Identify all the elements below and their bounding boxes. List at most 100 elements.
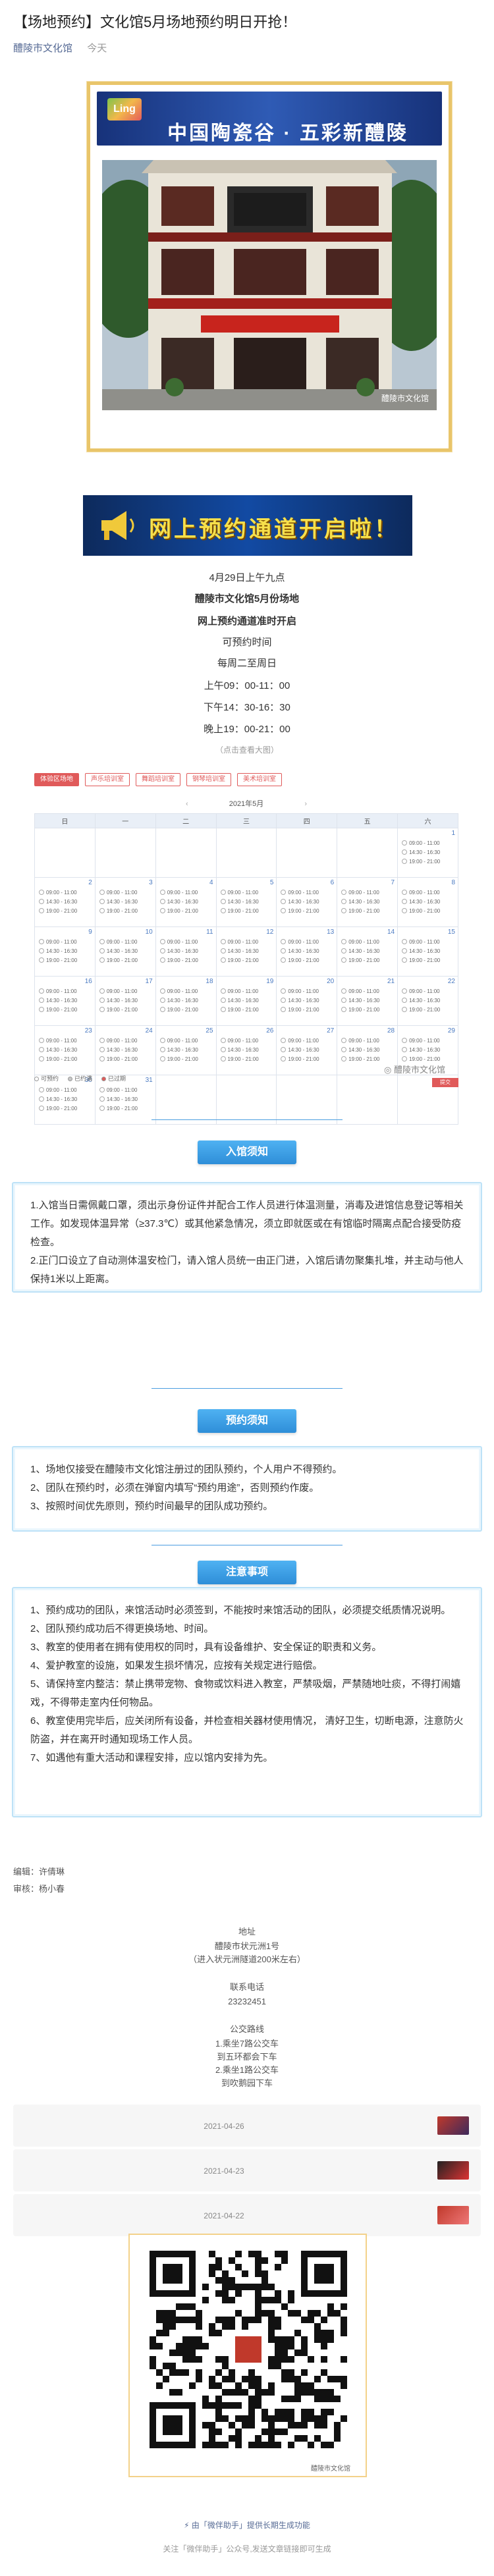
time-slot-radio[interactable]: 14:30 - 16:30 [341, 1046, 396, 1055]
venue-tab[interactable]: 舞蹈培训室 [136, 773, 180, 786]
time-slot-radio[interactable]: 14:30 - 16:30 [281, 947, 335, 956]
time-slot-radio[interactable]: 14:30 - 16:30 [39, 1046, 94, 1055]
time-slot-radio[interactable]: 09:00 - 11:00 [39, 987, 94, 996]
time-slot-radio[interactable]: 14:30 - 16:30 [39, 996, 94, 1006]
calendar-day-cell[interactable]: 1 09:00 - 11:00 14:30 - 16:30 19:00 - 21:00 [397, 828, 458, 878]
time-slot-radio[interactable]: 09:00 - 11:00 [281, 1036, 335, 1046]
time-slot-radio[interactable]: 19:00 - 21:00 [281, 1006, 335, 1015]
time-slot-radio[interactable]: 19:00 - 21:00 [99, 1104, 154, 1114]
time-slot-radio[interactable]: 19:00 - 21:00 [99, 1055, 154, 1064]
venue-tab[interactable]: 声乐培训室 [85, 773, 130, 786]
calendar-day-cell[interactable]: 14 09:00 - 11:00 14:30 - 16:30 19:00 - 21:0… [337, 926, 398, 977]
time-slot-radio[interactable]: 14:30 - 16:30 [221, 996, 275, 1006]
time-slot-radio[interactable]: 14:30 - 16:30 [402, 898, 456, 907]
time-slot-radio[interactable]: 09:00 - 11:00 [99, 987, 154, 996]
phone-number[interactable]: 23232451 [0, 1995, 494, 2008]
time-slot-radio[interactable]: 09:00 - 11:00 [281, 888, 335, 898]
time-slot-radio[interactable]: 09:00 - 11:00 [221, 987, 275, 996]
time-slot-radio[interactable]: 09:00 - 11:00 [402, 987, 456, 996]
calendar-day-cell[interactable]: 12 09:00 - 11:00 14:30 - 16:30 19:00 - 21:0… [215, 926, 277, 977]
time-slot-radio[interactable]: 14:30 - 16:30 [99, 996, 154, 1006]
time-slot-radio[interactable]: 14:30 - 16:30 [160, 996, 215, 1006]
time-slot-radio[interactable]: 09:00 - 11:00 [341, 888, 396, 898]
time-slot-radio[interactable]: 14:30 - 16:30 [39, 898, 94, 907]
time-slot-radio[interactable]: 14:30 - 16:30 [39, 1095, 94, 1104]
time-slot-radio[interactable]: 09:00 - 11:00 [341, 987, 396, 996]
time-slot-radio[interactable]: 19:00 - 21:00 [99, 1006, 154, 1015]
calendar-day-cell[interactable]: 19 09:00 - 11:00 14:30 - 16:30 19:00 - 21:0… [215, 976, 277, 1026]
prev-month-icon[interactable]: ‹ [186, 799, 188, 809]
related-article[interactable]: 2021-04-22 [13, 2194, 481, 2236]
time-slot-radio[interactable]: 14:30 - 16:30 [402, 996, 456, 1006]
calendar-day-cell[interactable]: 26 09:00 - 11:00 14:30 - 16:30 19:00 - 21:0… [215, 1025, 277, 1075]
time-slot-radio[interactable]: 14:30 - 16:30 [221, 1046, 275, 1055]
time-slot-radio[interactable]: 09:00 - 11:00 [99, 888, 154, 898]
venue-tab[interactable]: 体验区场地 [34, 773, 79, 786]
calendar-day-cell[interactable]: 21 09:00 - 11:00 14:30 - 16:30 19:00 - 21:0… [337, 976, 398, 1026]
time-slot-radio[interactable]: 19:00 - 21:00 [160, 1006, 215, 1015]
qr-code-panel[interactable] [128, 2234, 367, 2477]
time-slot-radio[interactable]: 14:30 - 16:30 [160, 1046, 215, 1055]
time-slot-radio[interactable]: 19:00 - 21:00 [221, 956, 275, 965]
calendar-day-cell[interactable]: 18 09:00 - 11:00 14:30 - 16:30 19:00 - 21:0… [155, 976, 217, 1026]
time-slot-radio[interactable]: 19:00 - 21:00 [221, 907, 275, 916]
booking-calendar[interactable]: 体验区场地 声乐培训室 舞蹈培训室 钢琴培训室 美术培训室 ‹ 2021年5月 › 日一… [34, 763, 458, 1125]
related-article[interactable]: 2021-04-26 [13, 2105, 481, 2147]
time-slot-radio[interactable]: 14:30 - 16:30 [99, 1046, 154, 1055]
time-slot-radio[interactable]: 09:00 - 11:00 [341, 938, 396, 947]
time-slot-radio[interactable]: 19:00 - 21:00 [99, 907, 154, 916]
time-slot-radio[interactable]: 19:00 - 21:00 [402, 857, 456, 867]
calendar-day-cell[interactable]: 22 09:00 - 11:00 14:30 - 16:30 19:00 - 21:0… [397, 976, 458, 1026]
calendar-day-cell[interactable]: 20 09:00 - 11:00 14:30 - 16:30 19:00 - 21:0… [276, 976, 338, 1026]
time-slot-radio[interactable]: 09:00 - 11:00 [39, 938, 94, 947]
time-slot-radio[interactable]: 19:00 - 21:00 [39, 1104, 94, 1114]
time-slot-radio[interactable]: 14:30 - 16:30 [99, 947, 154, 956]
time-slot-radio[interactable]: 14:30 - 16:30 [402, 947, 456, 956]
time-slot-radio[interactable]: 19:00 - 21:00 [281, 1055, 335, 1064]
time-slot-radio[interactable]: 19:00 - 21:00 [160, 1055, 215, 1064]
time-slot-radio[interactable]: 09:00 - 11:00 [99, 1036, 154, 1046]
calendar-day-cell[interactable]: 23 09:00 - 11:00 14:30 - 16:30 19:00 - 21:0… [34, 1025, 96, 1075]
time-slot-radio[interactable]: 09:00 - 11:00 [221, 888, 275, 898]
time-slot-radio[interactable]: 09:00 - 11:00 [221, 938, 275, 947]
poster-image[interactable]: Ling 中国陶瓷谷 · 五彩新醴陵 醴陵市文化馆 [87, 82, 452, 452]
time-slot-radio[interactable]: 09:00 - 11:00 [402, 888, 456, 898]
time-slot-radio[interactable]: 14:30 - 16:30 [99, 898, 154, 907]
calendar-day-cell[interactable]: 2 09:00 - 11:00 14:30 - 16:30 19:00 - 21:00 [34, 877, 96, 927]
time-slot-radio[interactable]: 09:00 - 11:00 [39, 888, 94, 898]
time-slot-radio[interactable]: 19:00 - 21:00 [39, 1006, 94, 1015]
time-slot-radio[interactable]: 14:30 - 16:30 [221, 898, 275, 907]
time-slot-radio[interactable]: 09:00 - 11:00 [402, 839, 456, 848]
time-slot-radio[interactable]: 09:00 - 11:00 [99, 938, 154, 947]
venue-tab[interactable]: 钢琴培训室 [186, 773, 231, 786]
time-slot-radio[interactable]: 09:00 - 11:00 [402, 938, 456, 947]
calendar-day-cell[interactable]: 17 09:00 - 11:00 14:30 - 16:30 19:00 - 21:0… [94, 976, 156, 1026]
related-article[interactable]: 2021-04-23 [13, 2149, 481, 2191]
time-slot-radio[interactable]: 19:00 - 21:00 [99, 956, 154, 965]
time-slot-radio[interactable]: 19:00 - 21:00 [341, 1006, 396, 1015]
time-slot-radio[interactable]: 09:00 - 11:00 [160, 888, 215, 898]
calendar-day-cell[interactable]: 5 09:00 - 11:00 14:30 - 16:30 19:00 - 21:00 [215, 877, 277, 927]
time-slot-radio[interactable]: 19:00 - 21:00 [281, 956, 335, 965]
time-slot-radio[interactable]: 14:30 - 16:30 [281, 898, 335, 907]
calendar-day-cell[interactable]: 3 09:00 - 11:00 14:30 - 16:30 19:00 - 21:00 [94, 877, 156, 927]
time-slot-radio[interactable]: 19:00 - 21:00 [402, 1006, 456, 1015]
time-slot-radio[interactable]: 19:00 - 21:00 [39, 907, 94, 916]
calendar-day-cell[interactable]: 10 09:00 - 11:00 14:30 - 16:30 19:00 - 21:0… [94, 926, 156, 977]
time-slot-radio[interactable]: 19:00 - 21:00 [341, 907, 396, 916]
time-slot-radio[interactable]: 14:30 - 16:30 [99, 1095, 154, 1104]
time-slot-radio[interactable]: 09:00 - 11:00 [160, 1036, 215, 1046]
time-slot-radio[interactable]: 14:30 - 16:30 [221, 947, 275, 956]
calendar-day-cell[interactable]: 24 09:00 - 11:00 14:30 - 16:30 19:00 - 21:0… [94, 1025, 156, 1075]
time-slot-radio[interactable]: 19:00 - 21:00 [39, 956, 94, 965]
time-slot-radio[interactable]: 14:30 - 16:30 [341, 898, 396, 907]
submit-button[interactable]: 提交 [432, 1078, 458, 1087]
time-slot-radio[interactable]: 14:30 - 16:30 [341, 996, 396, 1006]
time-slot-radio[interactable]: 09:00 - 11:00 [402, 1036, 456, 1046]
calendar-day-cell[interactable]: 27 09:00 - 11:00 14:30 - 16:30 19:00 - 21:0… [276, 1025, 338, 1075]
time-slot-radio[interactable]: 09:00 - 11:00 [39, 1086, 94, 1095]
time-slot-radio[interactable]: 14:30 - 16:30 [281, 996, 335, 1006]
time-slot-radio[interactable]: 09:00 - 11:00 [341, 1036, 396, 1046]
calendar-day-cell[interactable]: 13 09:00 - 11:00 14:30 - 16:30 19:00 - 21:0… [276, 926, 338, 977]
calendar-day-cell[interactable]: 8 09:00 - 11:00 14:30 - 16:30 19:00 - 21:00 [397, 877, 458, 927]
